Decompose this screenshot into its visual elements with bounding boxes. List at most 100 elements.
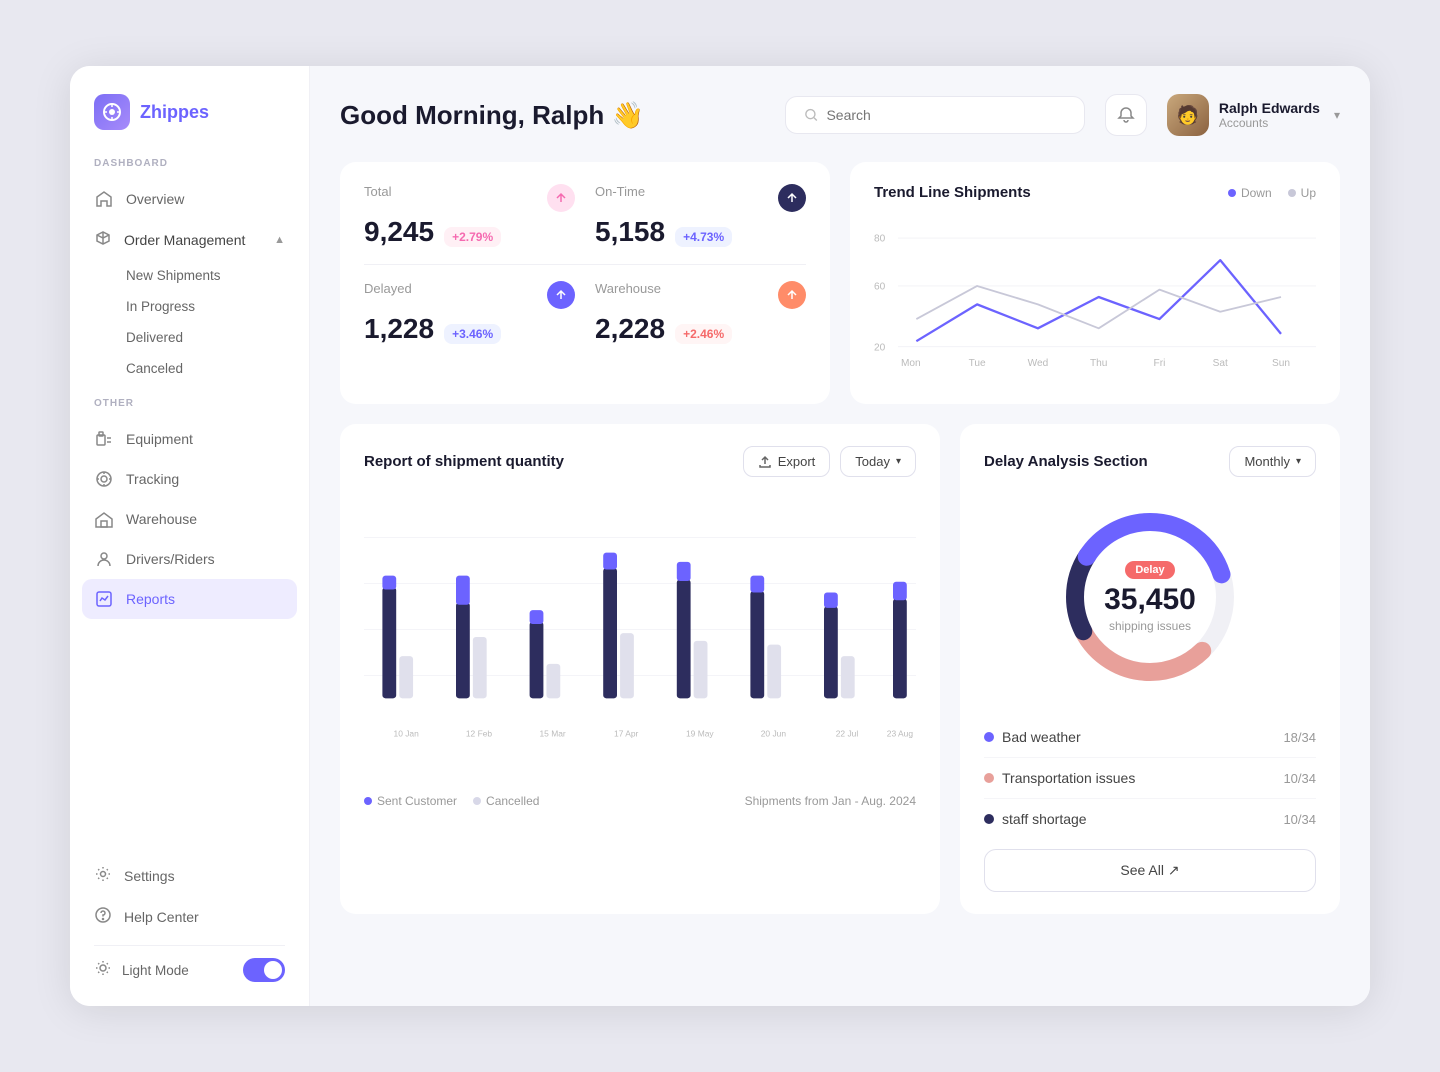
sidebar-item-in-progress[interactable]: In Progress — [126, 291, 309, 322]
donut-value: 35,450 — [1104, 583, 1196, 617]
other-section-label: OTHER — [70, 398, 309, 419]
drivers-icon — [94, 549, 114, 569]
main-content: Good Morning, Ralph 👋 🧑 Ralph Edwards — [310, 66, 1370, 1006]
delay-count-shortage: 10/34 — [1283, 812, 1316, 827]
donut-sub: shipping issues — [1109, 619, 1191, 633]
delay-item-transport: Transportation issues 10/34 — [984, 758, 1316, 799]
delay-count-transport: 10/34 — [1283, 771, 1316, 786]
sidebar-item-help[interactable]: Help Center — [94, 896, 285, 937]
stat-delayed-icon — [547, 281, 575, 309]
sidebar-item-tracking[interactable]: Tracking — [70, 459, 309, 499]
home-icon — [94, 189, 114, 209]
svg-text:Tue: Tue — [969, 358, 986, 369]
donut-center: Delay 35,450 shipping issues — [1104, 560, 1196, 635]
notification-button[interactable] — [1105, 94, 1147, 136]
order-management-submenu: New Shipments In Progress Delivered Canc… — [70, 260, 309, 384]
stats-row: Total 9,245 +2.79% — [340, 162, 1340, 404]
sidebar-item-settings[interactable]: Settings — [94, 855, 285, 896]
light-mode-toggle[interactable] — [243, 958, 285, 982]
sidebar-item-reports[interactable]: Reports — [82, 579, 297, 619]
trend-chart-card: Trend Line Shipments Down Up — [850, 162, 1340, 404]
trend-chart-svg: 80 60 20 Mon Tue Wed Thu Fri — [874, 217, 1316, 377]
delay-analysis-card: Delay Analysis Section Monthly ▾ — [960, 424, 1340, 914]
sidebar-item-warehouse[interactable]: Warehouse — [70, 499, 309, 539]
stat-warehouse-label: Warehouse — [595, 281, 661, 296]
svg-text:17 Apr: 17 Apr — [614, 729, 639, 739]
svg-text:22 Jul: 22 Jul — [836, 729, 859, 739]
logo-icon — [94, 94, 130, 130]
sidebar-item-overview[interactable]: Overview — [70, 179, 309, 219]
svg-text:Fri: Fri — [1154, 358, 1166, 369]
svg-text:10 Jan: 10 Jan — [394, 729, 420, 739]
stat-delayed-change: +3.46% — [444, 324, 501, 344]
legend-down-dot — [1228, 189, 1236, 197]
search-icon — [804, 107, 819, 123]
delay-count-weather: 18/34 — [1283, 730, 1316, 745]
svg-text:20 Jun: 20 Jun — [761, 729, 787, 739]
user-info: Ralph Edwards Accounts — [1219, 100, 1320, 130]
settings-icon — [94, 865, 112, 886]
search-bar[interactable] — [785, 96, 1085, 134]
delay-items: Bad weather 18/34 Transportation issues … — [984, 717, 1316, 839]
chevron-down-icon: ▾ — [1334, 108, 1340, 122]
sidebar-item-delivered[interactable]: Delivered — [126, 322, 309, 353]
report-title: Report of shipment quantity — [364, 453, 564, 470]
help-icon — [94, 906, 112, 927]
box-icon — [94, 229, 112, 250]
svg-text:23 Aug: 23 Aug — [887, 729, 914, 739]
user-role: Accounts — [1219, 116, 1320, 130]
app-container: Zhippes DASHBOARD Overview Order Managem… — [70, 66, 1370, 1006]
sidebar-item-drivers[interactable]: Drivers/Riders — [70, 539, 309, 579]
svg-text:Sun: Sun — [1272, 358, 1290, 369]
svg-text:Sat: Sat — [1213, 358, 1228, 369]
search-input[interactable] — [826, 107, 1065, 123]
stat-ontime-change: +4.73% — [675, 227, 732, 247]
donut-container: Delay 35,450 shipping issues — [984, 497, 1316, 697]
chevron-down-icon-today: ▾ — [896, 456, 901, 467]
dashboard-section-label: DASHBOARD — [70, 158, 309, 179]
svg-text:Wed: Wed — [1028, 358, 1049, 369]
svg-text:60: 60 — [874, 282, 886, 293]
today-button[interactable]: Today ▾ — [840, 446, 916, 477]
svg-text:80: 80 — [874, 234, 886, 245]
sidebar-item-canceled[interactable]: Canceled — [126, 353, 309, 384]
svg-text:15 Mar: 15 Mar — [539, 729, 565, 739]
tracking-icon — [94, 469, 114, 489]
stat-delayed-value: 1,228 — [364, 313, 434, 345]
bottom-row: Report of shipment quantity Export Today… — [340, 424, 1340, 914]
page-greeting: Good Morning, Ralph 👋 — [340, 100, 765, 131]
equipment-icon — [94, 429, 114, 449]
warehouse-icon — [94, 509, 114, 529]
stat-delayed: Delayed 1,228 +3.46% — [364, 281, 575, 345]
avatar: 🧑 — [1167, 94, 1209, 136]
user-profile[interactable]: 🧑 Ralph Edwards Accounts ▾ — [1167, 94, 1340, 136]
legend-cancelled: Cancelled — [473, 794, 539, 808]
upload-icon — [758, 455, 772, 469]
sidebar-item-order-management[interactable]: Order Management ▲ — [70, 219, 309, 260]
chevron-up-icon: ▲ — [274, 234, 285, 246]
export-button[interactable]: Export — [743, 446, 831, 477]
chevron-down-icon-monthly: ▾ — [1296, 456, 1301, 467]
trend-chart-title: Trend Line Shipments — [874, 184, 1031, 201]
see-all-button[interactable]: See All ↗ — [984, 849, 1316, 892]
logo[interactable]: Zhippes — [70, 94, 309, 158]
stat-total-icon — [547, 184, 575, 212]
delay-dot-shortage — [984, 814, 994, 824]
stat-ontime-icon — [778, 184, 806, 212]
chart-subtitle: Shipments from Jan - Aug. 2024 — [745, 794, 916, 808]
bell-icon — [1117, 106, 1135, 124]
sidebar-item-new-shipments[interactable]: New Shipments — [126, 260, 309, 291]
legend-up-dot — [1288, 189, 1296, 197]
report-actions: Export Today ▾ — [743, 446, 916, 477]
monthly-button[interactable]: Monthly ▾ — [1229, 446, 1316, 477]
sidebar-item-equipment[interactable]: Equipment — [70, 419, 309, 459]
stat-warehouse: Warehouse 2,228 +2.46% — [595, 281, 806, 345]
legend-sent-customer: Sent Customer — [364, 794, 457, 808]
sidebar-bottom: Settings Help Center — [70, 855, 309, 982]
light-mode-row: Light Mode — [94, 945, 285, 982]
svg-text:Thu: Thu — [1090, 358, 1107, 369]
user-name: Ralph Edwards — [1219, 100, 1320, 116]
legend-up: Up — [1288, 186, 1316, 200]
report-card: Report of shipment quantity Export Today… — [340, 424, 940, 914]
delay-item-weather: Bad weather 18/34 — [984, 717, 1316, 758]
